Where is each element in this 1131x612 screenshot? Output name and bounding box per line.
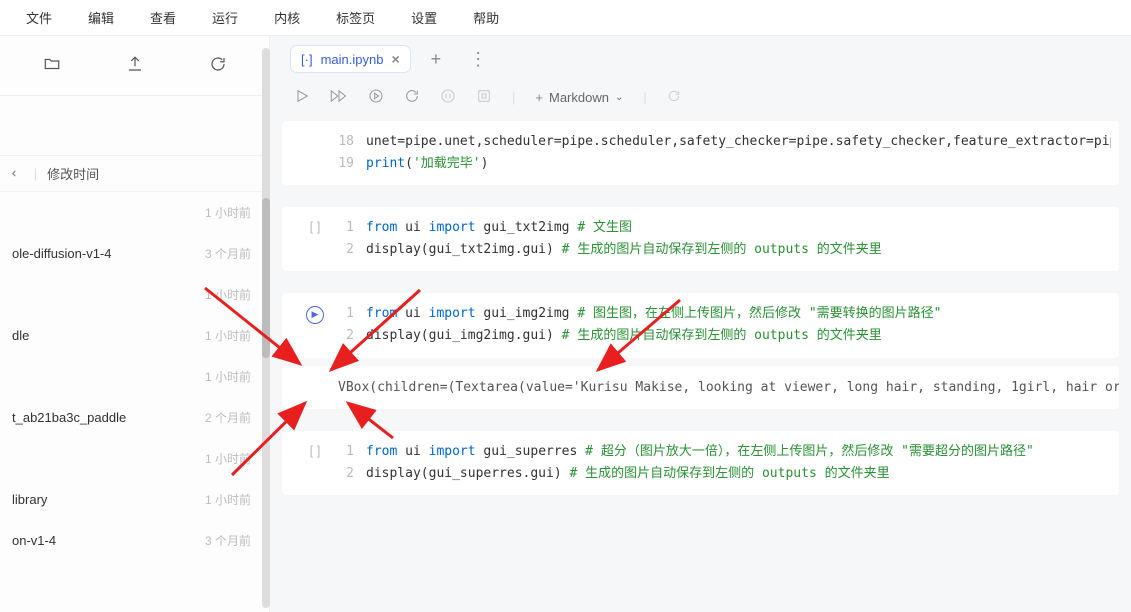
prompt	[300, 131, 330, 133]
list-item[interactable]: ole-diffusion-v1-43 个月前	[0, 233, 269, 274]
list-item[interactable]: dle1 小时前	[0, 315, 269, 356]
code[interactable]: 18unet=pipe.unet,scheduler=pipe.schedule…	[330, 131, 1111, 175]
new-folder-icon[interactable]	[43, 55, 61, 76]
file-browser-sidebar: ⌃ | 修改时间 1 小时前 ole-diffusion-v1-43 个月前 1…	[0, 36, 270, 612]
col-modified[interactable]: 修改时间	[47, 164, 99, 183]
run-icon[interactable]	[294, 88, 310, 107]
list-item[interactable]: 1 小时前	[0, 356, 269, 397]
file-list: 1 小时前 ole-diffusion-v1-43 个月前 1 小时前 dle1…	[0, 192, 269, 612]
notebook-area: [·] main.ipynb × + ⋮ | + Markdown ⌄ |	[270, 36, 1131, 612]
menubar: 文件 编辑 查看 运行 内核 标签页 设置 帮助	[0, 0, 1131, 36]
run-all-icon[interactable]	[330, 88, 348, 107]
list-item[interactable]: 1 小时前	[0, 274, 269, 315]
notebook-icon: [·]	[301, 52, 313, 67]
code-cell-1[interactable]: [ ] 1from ui import gui_txt2img # 文生图 2d…	[282, 207, 1119, 271]
menu-file[interactable]: 文件	[8, 8, 70, 27]
code[interactable]: 1from ui import gui_txt2img # 文生图 2displ…	[330, 217, 1111, 261]
tab-label: main.ipynb	[321, 52, 384, 67]
code-cell-0[interactable]: 18unet=pipe.unet,scheduler=pipe.schedule…	[282, 121, 1119, 185]
interrupt-icon[interactable]	[440, 88, 456, 107]
prompt: [ ]	[300, 217, 330, 234]
tab-main-ipynb[interactable]: [·] main.ipynb ×	[290, 45, 411, 73]
tab-bar: [·] main.ipynb × + ⋮	[270, 36, 1131, 82]
chevron-down-icon: ⌄	[615, 92, 623, 103]
menu-run[interactable]: 运行	[194, 8, 256, 27]
sidebar-toolbar	[0, 36, 269, 96]
notebook-toolbar: | + Markdown ⌄ |	[270, 82, 1131, 121]
run-cell-button[interactable]: ▶	[300, 303, 330, 324]
list-item[interactable]: 1 小时前	[0, 192, 269, 233]
notebook-cells: 18unet=pipe.unet,scheduler=pipe.schedule…	[270, 121, 1131, 537]
stop-icon[interactable]	[476, 88, 492, 107]
list-item[interactable]: on-v1-43 个月前	[0, 520, 269, 561]
reload-icon[interactable]	[667, 89, 681, 106]
list-item[interactable]: t_ab21ba3c_paddle2 个月前	[0, 397, 269, 438]
menu-settings[interactable]: 设置	[393, 8, 455, 27]
menu-tabs[interactable]: 标签页	[318, 8, 393, 27]
sidebar-scrollbar[interactable]	[262, 48, 270, 608]
upload-icon[interactable]	[126, 55, 144, 76]
menu-help[interactable]: 帮助	[455, 8, 517, 27]
restart-icon[interactable]	[404, 88, 420, 107]
code-cell-2[interactable]: ▶ 1from ui import gui_img2img # 图生图，在左侧上…	[282, 293, 1119, 357]
tab-menu-icon[interactable]: ⋮	[461, 49, 495, 70]
cell-output: VBox(children=(Textarea(value='Kurisu Ma…	[282, 366, 1119, 409]
chevron-up-icon[interactable]: ⌃	[9, 168, 26, 180]
run-from-icon[interactable]	[368, 88, 384, 107]
list-item[interactable]: library1 小时前	[0, 479, 269, 520]
close-tab-icon[interactable]: ×	[391, 51, 399, 67]
code-cell-3[interactable]: [ ] 1from ui import gui_superres # 超分（图片…	[282, 431, 1119, 495]
code[interactable]: 1from ui import gui_img2img # 图生图，在左侧上传图…	[330, 303, 1111, 347]
list-item[interactable]: 1 小时前	[0, 438, 269, 479]
prompt: [ ]	[300, 441, 330, 458]
add-cell-dropdown[interactable]: + Markdown ⌄	[535, 90, 623, 105]
add-tab-button[interactable]: +	[423, 49, 450, 70]
menu-kernel[interactable]: 内核	[256, 8, 318, 27]
refresh-icon[interactable]	[209, 55, 227, 76]
file-list-header: ⌃ | 修改时间	[0, 156, 269, 192]
menu-edit[interactable]: 编辑	[70, 8, 132, 27]
code[interactable]: 1from ui import gui_superres # 超分（图片放大一倍…	[330, 441, 1111, 485]
menu-view[interactable]: 查看	[132, 8, 194, 27]
